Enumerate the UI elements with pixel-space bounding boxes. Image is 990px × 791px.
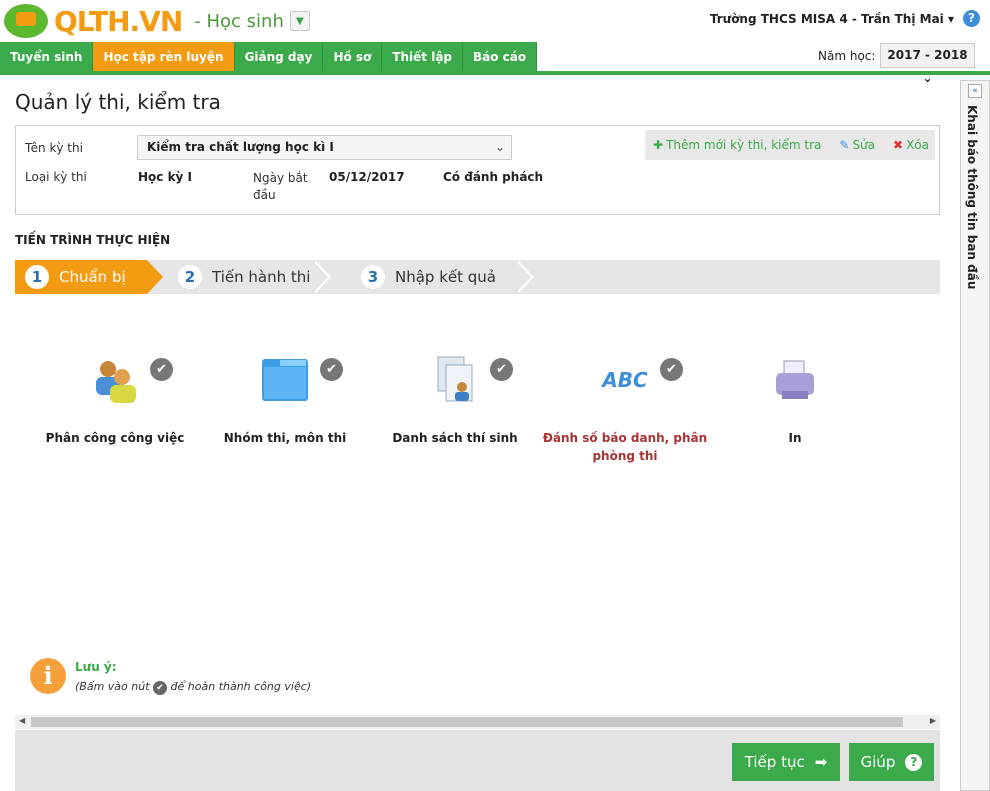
- chevron-down-icon: ⌄: [922, 71, 933, 85]
- horizontal-scrollbar[interactable]: ◀ ▶: [15, 715, 940, 729]
- step-number: 1: [25, 265, 49, 289]
- year-select[interactable]: 2017 - 2018 ⌄: [880, 43, 975, 85]
- main-nav: Tuyển sinh Học tập rèn luyện Giảng dạy H…: [0, 42, 538, 72]
- edit-label: Sửa: [852, 138, 876, 152]
- exam-toolbar: ✚ Thêm mới kỳ thi, kiểm tra ✎ Sửa ✖ Xóa: [645, 130, 935, 160]
- role-label: - Học sinh: [194, 10, 284, 32]
- task-label: In: [788, 431, 802, 445]
- help-icon[interactable]: ?: [963, 10, 980, 27]
- next-button[interactable]: Tiếp tục ➡: [732, 743, 840, 781]
- abc-icon: ABC: [602, 368, 648, 392]
- task-assign-work[interactable]: ✔ Phân công công việc: [30, 355, 200, 447]
- check-icon[interactable]: ✔: [490, 358, 513, 381]
- arrow-right-icon: ➡: [814, 753, 828, 771]
- secret-code-value: Có đánh phách: [443, 170, 544, 184]
- exam-type-value: Học kỳ I: [138, 170, 193, 184]
- step-label: Nhập kết quả: [395, 268, 496, 286]
- role-dropdown-icon[interactable]: ▼: [289, 11, 310, 31]
- nav-underline: [0, 71, 990, 75]
- help-label: Giúp: [860, 753, 896, 771]
- window-icon: [260, 355, 310, 405]
- add-label: Thêm mới kỳ thi, kiểm tra: [666, 138, 822, 152]
- sidebar-label: Khai báo thông tin ban đầu: [965, 105, 979, 290]
- year-value: 2017 - 2018: [887, 48, 968, 62]
- exam-value: Kiểm tra chất lượng học kì I: [147, 140, 334, 154]
- exam-name-label: Tên kỳ thi: [25, 141, 83, 155]
- note-text: (Bấm vào nút ✔ để hoàn thành công việc): [75, 680, 311, 695]
- scroll-left-icon[interactable]: ◀: [19, 716, 25, 725]
- task-label: Danh sách thí sinh: [392, 431, 518, 445]
- check-icon: ✔: [153, 681, 168, 695]
- logo-graduation-icon: [4, 4, 48, 38]
- step-2[interactable]: 2 Tiến hành thi: [178, 260, 310, 294]
- nav-hoc-tap[interactable]: Học tập rèn luyện: [93, 42, 235, 72]
- progress-heading: TIẾN TRÌNH THỰC HIỆN: [15, 233, 171, 247]
- step-3[interactable]: 3 Nhập kết quả: [361, 260, 496, 294]
- printer-icon: [770, 355, 820, 405]
- progress-steps: 1 Chuẩn bị 2 Tiến hành thi 3 Nhập kết quả: [15, 260, 940, 294]
- step-number: 2: [178, 265, 202, 289]
- delete-icon: ✖: [893, 138, 904, 152]
- task-print[interactable]: In: [710, 355, 880, 447]
- question-icon: ?: [905, 753, 923, 771]
- nav-tuyen-sinh[interactable]: Tuyển sinh: [0, 42, 94, 72]
- exam-type-label: Loại kỳ thi: [25, 170, 87, 184]
- user-menu[interactable]: Trường THCS MISA 4 - Trần Thị Mai ▾: [710, 12, 954, 26]
- task-candidate-list[interactable]: ✔ Danh sách thí sinh: [370, 355, 540, 447]
- task-label: Đánh số báo danh, phân phòng thi: [542, 431, 708, 463]
- edit-icon: ✎: [839, 138, 850, 152]
- exam-select[interactable]: Kiểm tra chất lượng học kì I ⌄: [137, 135, 512, 160]
- collapse-icon[interactable]: «: [968, 84, 982, 98]
- start-date-value: 05/12/2017: [329, 170, 405, 184]
- scroll-right-icon[interactable]: ▶: [930, 716, 936, 725]
- nav-bao-cao[interactable]: Báo cáo: [463, 42, 538, 72]
- document-user-icon: [430, 355, 480, 405]
- step-1[interactable]: 1 Chuẩn bị: [15, 260, 147, 294]
- delete-label: Xóa: [906, 138, 929, 152]
- note-after: để hoàn thành công việc): [170, 680, 312, 693]
- nav-thiet-lap[interactable]: Thiết lập: [382, 42, 464, 72]
- nav-ho-so[interactable]: Hồ sơ: [323, 42, 383, 72]
- chevron-down-icon: ⌄: [494, 140, 505, 154]
- step-number: 3: [361, 265, 385, 289]
- next-label: Tiếp tục: [744, 753, 805, 771]
- start-date-label: Ngày bắt đầu: [253, 171, 308, 202]
- note-before: (Bấm vào nút: [75, 680, 150, 693]
- delete-button[interactable]: ✖ Xóa: [893, 138, 929, 152]
- info-icon: i: [30, 658, 66, 694]
- page-title: Quản lý thi, kiểm tra: [15, 90, 221, 114]
- year-label: Năm học:: [818, 49, 876, 63]
- task-label: Phân công công việc: [45, 431, 185, 445]
- task-label: Nhóm thi, môn thi: [223, 431, 347, 445]
- check-icon[interactable]: ✔: [150, 358, 173, 381]
- check-icon[interactable]: ✔: [660, 358, 683, 381]
- edit-button[interactable]: ✎ Sửa: [839, 138, 875, 152]
- step-label: Tiến hành thi: [212, 268, 311, 286]
- plus-icon: ✚: [653, 138, 664, 152]
- nav-giang-day[interactable]: Giảng dạy: [234, 42, 324, 72]
- help-button[interactable]: Giúp?: [849, 743, 934, 781]
- check-icon[interactable]: ✔: [320, 358, 343, 381]
- task-groups-subjects[interactable]: ✔ Nhóm thi, môn thi: [200, 355, 370, 447]
- note-title: Lưu ý:: [75, 660, 117, 674]
- users-icon: [90, 355, 140, 405]
- add-exam-button[interactable]: ✚ Thêm mới kỳ thi, kiểm tra: [653, 138, 821, 152]
- setup-sidebar[interactable]: « Khai báo thông tin ban đầu: [960, 80, 990, 791]
- task-number-rooms[interactable]: ABC ✔ Đánh số báo danh, phân phòng thi: [540, 355, 710, 465]
- scrollbar-thumb[interactable]: [31, 717, 903, 727]
- step-label: Chuẩn bị: [59, 268, 126, 286]
- logo[interactable]: QLTH.VN - Học sinh ▼: [4, 4, 310, 38]
- brand-name: QLTH.VN: [54, 4, 183, 38]
